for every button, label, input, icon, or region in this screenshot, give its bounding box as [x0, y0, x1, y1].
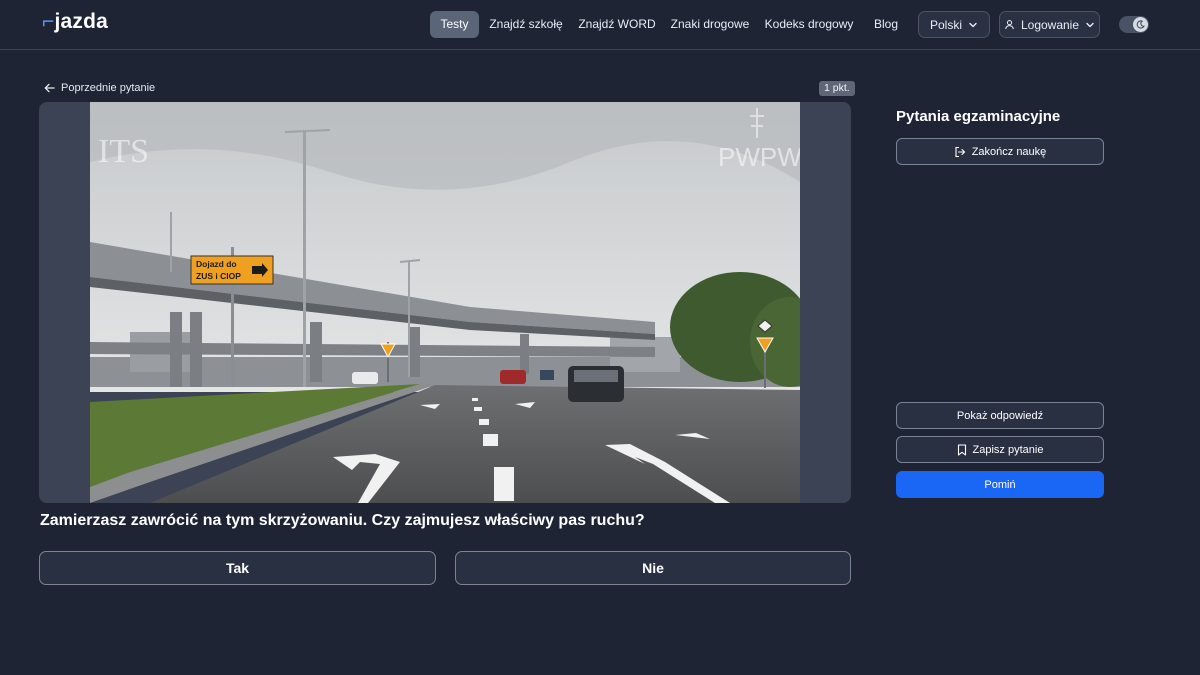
watermark-pwpw: PWPW	[718, 142, 800, 172]
sign-text-line2: ZUS i CIOP	[196, 271, 241, 281]
question-media-frame: Dojazd do ZUS i CIOP ITS PWPW	[39, 102, 851, 503]
language-select[interactable]: Polski	[918, 11, 990, 38]
answer-yes-button[interactable]: Tak	[39, 551, 436, 585]
nav-find-word[interactable]: Znajdź WORD	[578, 11, 656, 38]
panel-title: Pytania egzaminacyjne	[896, 108, 1061, 125]
moon-icon	[1133, 17, 1148, 32]
end-learning-label: Zakończ naukę	[971, 145, 1047, 158]
nav-tests[interactable]: Testy	[430, 11, 479, 38]
user-icon	[1005, 20, 1014, 30]
show-answer-label: Pokaż odpowiedź	[956, 409, 1044, 422]
show-answer-button[interactable]: Pokaż odpowiedź	[896, 402, 1104, 429]
arrow-left-icon	[44, 83, 55, 93]
nav-blog[interactable]: Blog	[868, 11, 904, 38]
end-learning-button[interactable]: Zakończ naukę	[896, 138, 1104, 165]
theme-toggle[interactable]	[1119, 16, 1149, 33]
skip-button[interactable]: Pomiń	[896, 471, 1104, 498]
answer-no-button[interactable]: Nie	[455, 551, 851, 585]
points-badge: 1 pkt.	[819, 81, 855, 96]
logo-text: jazda	[54, 10, 108, 33]
jazda-logo[interactable]: ⌐jazda	[42, 10, 108, 36]
login-menu-button[interactable]: Logowanie	[999, 11, 1100, 38]
nav-road-signs[interactable]: Znaki drogowe	[669, 11, 751, 38]
logout-icon	[955, 146, 965, 157]
login-label: Logowanie	[1020, 17, 1080, 32]
previous-question-link[interactable]: Poprzednie pytanie	[44, 80, 155, 96]
chevron-down-icon	[969, 22, 977, 27]
previous-question-label: Poprzednie pytanie	[61, 82, 156, 94]
question-text: Zamierzasz zawrócić na tym skrzyżowaniu.…	[40, 512, 645, 529]
watermark-its: ITS	[98, 133, 149, 170]
nav-traffic-code[interactable]: Kodeks drogowy	[764, 11, 854, 38]
chevron-down-icon	[1086, 22, 1094, 27]
top-navigation-bar: ⌐jazda Testy Znajdź szkołę Znajdź WORD Z…	[0, 0, 1200, 50]
bookmark-icon	[957, 443, 966, 456]
language-label: Polski	[929, 17, 962, 32]
nav-find-school[interactable]: Znajdź szkołę	[488, 11, 564, 38]
save-question-label: Zapisz pytanie	[972, 443, 1044, 456]
question-image: Dojazd do ZUS i CIOP ITS PWPW	[90, 102, 800, 503]
skip-label: Pomiń	[984, 478, 1016, 491]
logo-j-mark: ⌐	[42, 10, 55, 33]
save-question-button[interactable]: Zapisz pytanie	[896, 436, 1104, 463]
sign-text-line1: Dojazd do	[196, 259, 237, 269]
